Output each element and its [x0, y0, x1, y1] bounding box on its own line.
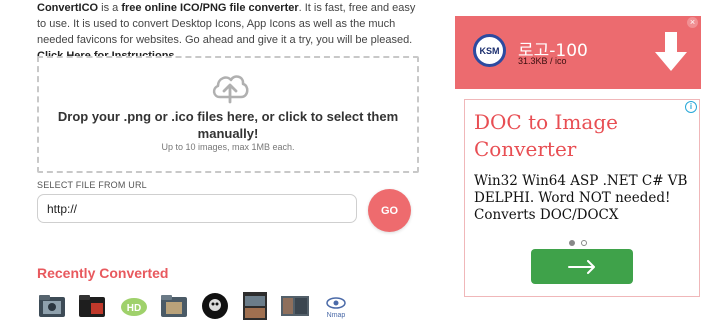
ad-banner[interactable]: KSM 로고-100 31.3KB / ico ×	[455, 16, 701, 89]
close-icon[interactable]: ×	[687, 17, 698, 28]
arrow-right-icon	[568, 259, 595, 274]
folder-icon-black[interactable]	[77, 291, 107, 321]
ad-headline[interactable]: DOC to Image Converter	[474, 109, 694, 163]
brand-name: ConvertICO	[37, 2, 99, 14]
carousel-dot-active[interactable]	[569, 240, 575, 246]
recently-converted-title: Recently Converted	[37, 265, 169, 281]
ad-logo: KSM	[473, 34, 506, 67]
svg-text:HD: HD	[127, 303, 141, 314]
nmap-eye-icon[interactable]: Nmap	[321, 291, 351, 321]
photo-icon[interactable]	[280, 291, 310, 321]
folder-icon-movie[interactable]	[159, 291, 189, 321]
dropzone-instruction: Drop your .png or .ico files here, or cl…	[57, 109, 399, 141]
svg-text:Nmap: Nmap	[327, 312, 346, 319]
skull-emblem-icon[interactable]	[200, 291, 230, 321]
game-cover-icon[interactable]	[240, 291, 270, 321]
file-dropzone[interactable]: Drop your .png or .ico files here, or cl…	[37, 56, 419, 173]
cloud-upload-icon	[212, 75, 249, 104]
dropzone-limits: Up to 10 images, max 1MB each.	[161, 142, 295, 152]
intro-text: ConvertICO is a free online ICO/PNG file…	[37, 0, 427, 64]
url-label: SELECT FILE FROM URL	[37, 180, 147, 190]
carousel-dot[interactable]	[581, 240, 587, 246]
folder-icon-dark[interactable]	[37, 291, 67, 321]
ad-box[interactable]: i DOC to Image Converter Win32 Win64 ASP…	[464, 99, 700, 297]
download-arrow-icon[interactable]	[655, 32, 687, 72]
ad-body: Win32 Win64 ASP .NET C# VB DELPHI. Word …	[474, 173, 688, 223]
url-input[interactable]	[37, 194, 357, 223]
ad-banner-size: 31.3KB / ico	[518, 56, 567, 66]
go-button[interactable]: GO	[368, 189, 411, 232]
ad-cta-button[interactable]	[531, 249, 633, 284]
hd-logo-icon[interactable]: HD	[119, 291, 149, 321]
